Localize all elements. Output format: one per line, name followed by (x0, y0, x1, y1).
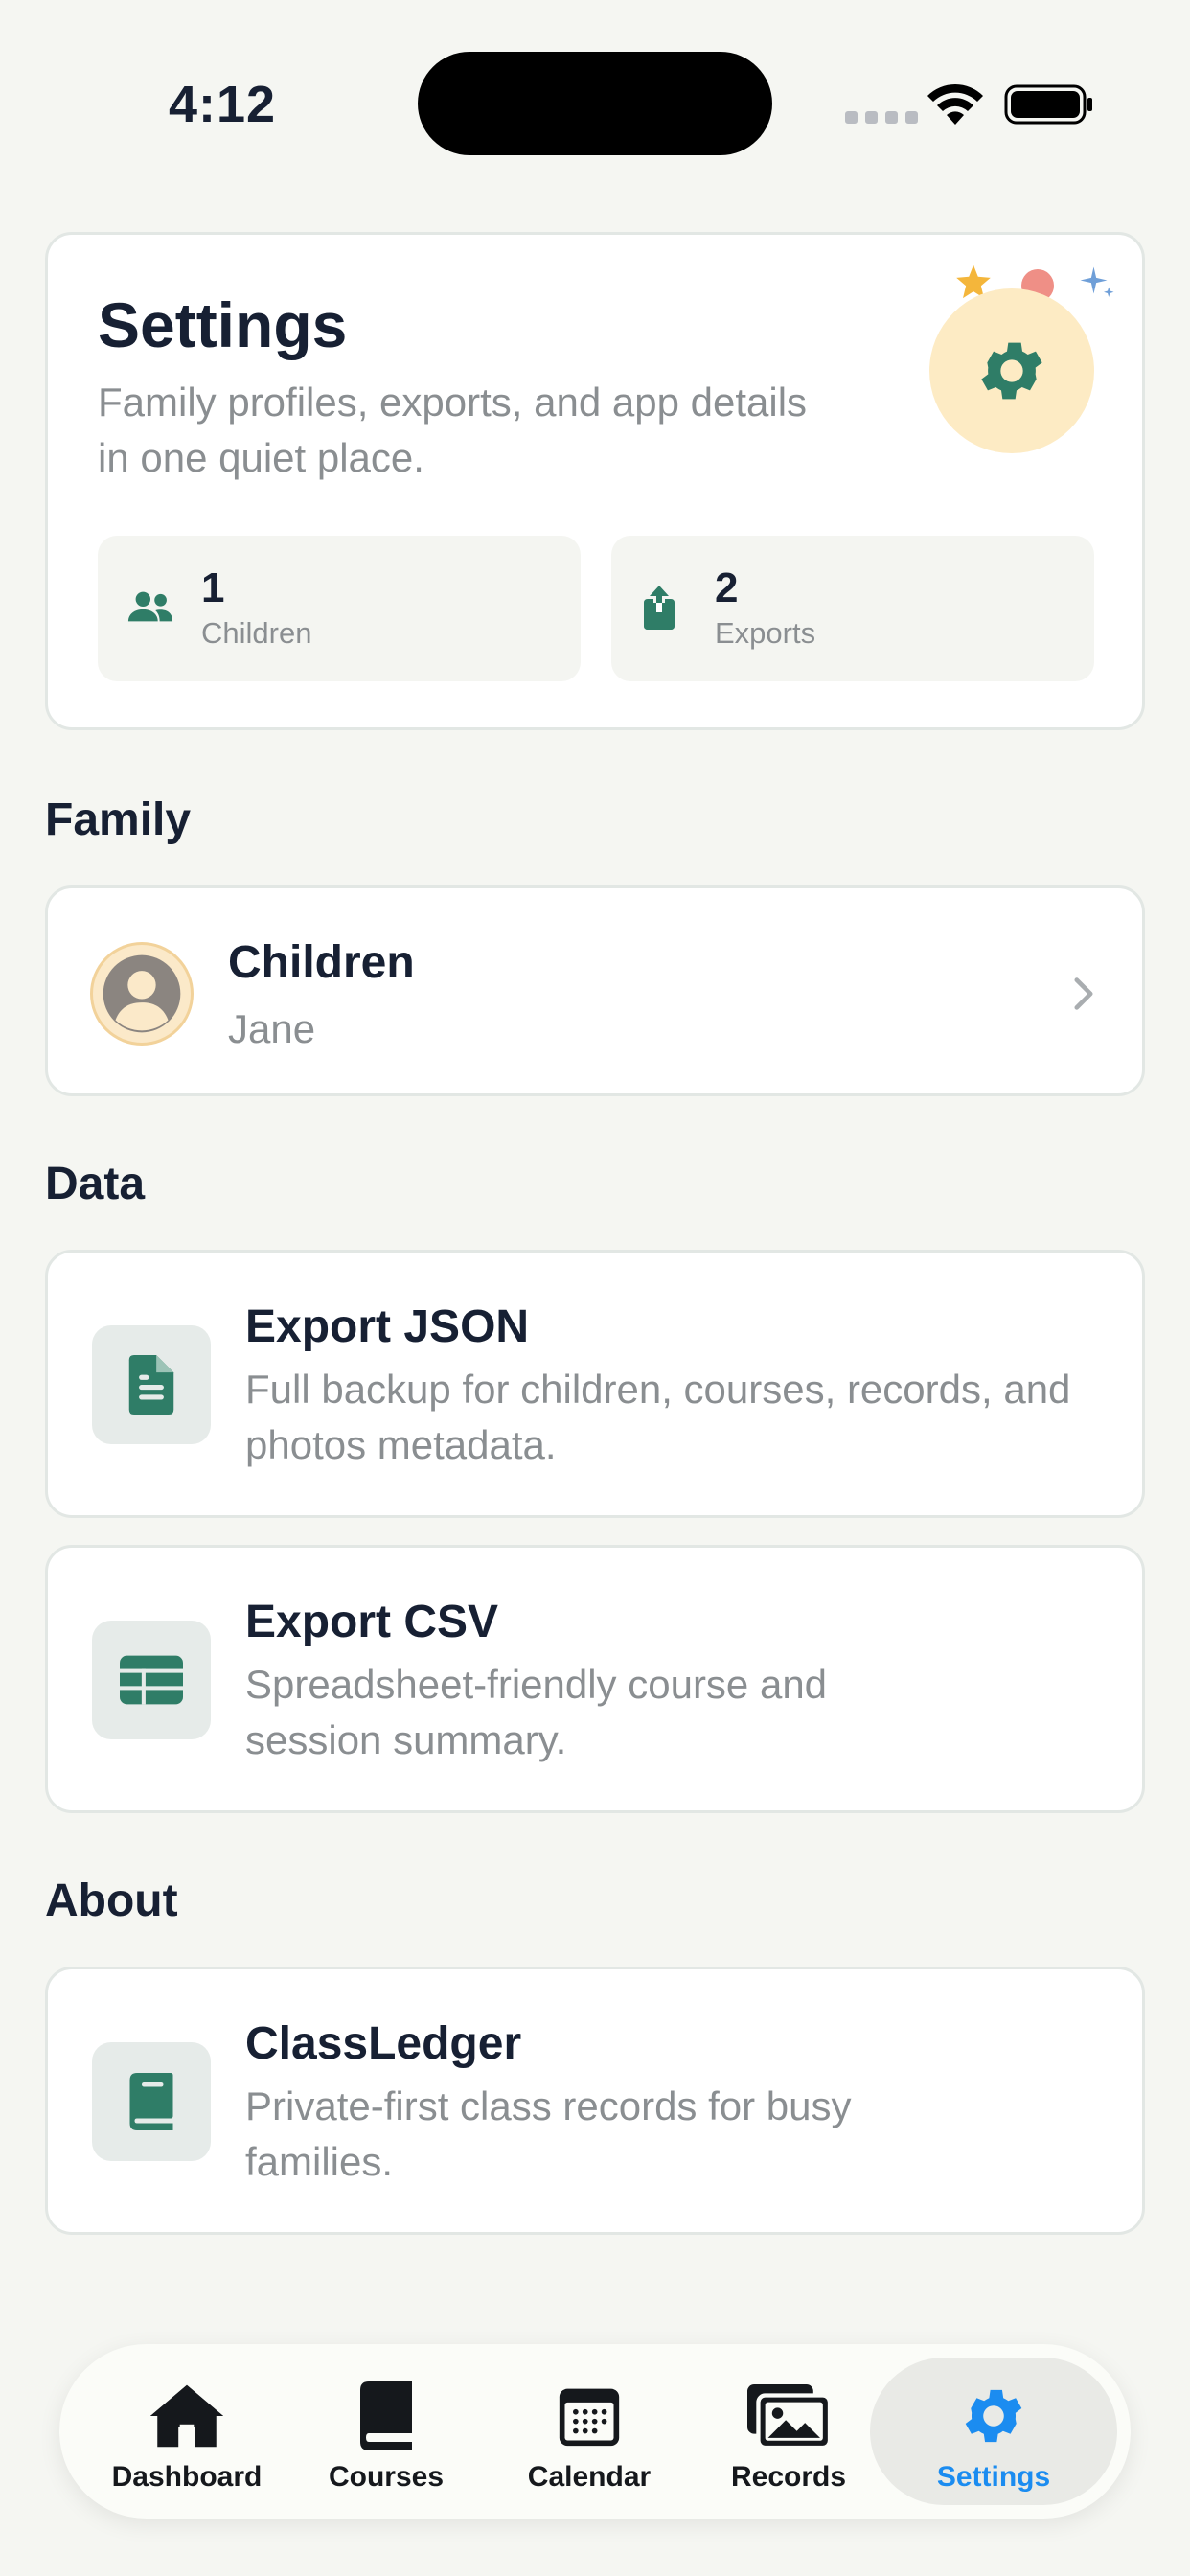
export-csv-subtitle: Spreadsheet-friendly course and session … (245, 1662, 828, 1762)
avatar (90, 942, 194, 1046)
export-json-subtitle: Full backup for children, courses, recor… (245, 1367, 1071, 1467)
tab-settings-label: Settings (936, 2461, 1051, 2493)
about-app-subtitle: Private-first class records for busy fam… (245, 2083, 852, 2184)
export-json-icon-tile (92, 1325, 211, 1444)
photos-icon (747, 2384, 830, 2448)
gear-icon (965, 2389, 1022, 2443)
wifi-icon (927, 83, 983, 125)
calendar-icon (559, 2388, 620, 2447)
tab-bar: Dashboard Courses Calendar Records Setti… (59, 2344, 1131, 2518)
chevron-right-icon (1074, 978, 1093, 1010)
tab-records[interactable]: Records (688, 2358, 889, 2505)
table-icon (120, 1655, 183, 1705)
book-icon (360, 2381, 412, 2450)
stat-exports: 2 Exports (611, 536, 1094, 681)
stat-exports-value: 2 (715, 564, 739, 611)
status-time: 4:12 (169, 76, 277, 133)
section-title-data: Data (45, 1159, 146, 1209)
stat-exports-label: Exports (715, 616, 816, 650)
tab-settings[interactable]: Settings (870, 2358, 1117, 2505)
tab-records-label: Records (730, 2461, 847, 2493)
stat-children-value: 1 (201, 564, 225, 611)
sparkle-icon (1080, 266, 1114, 297)
export-json-title: Export JSON (245, 1301, 530, 1352)
about-app-title: ClassLedger (245, 2018, 522, 2069)
settings-header-card: Settings Family profiles, exports, and a… (45, 232, 1145, 730)
about-icon-tile (92, 2042, 211, 2161)
tab-dashboard-label: Dashboard (111, 2461, 263, 2493)
about-app-row: ClassLedger Private-first class records … (45, 1966, 1145, 2235)
stat-children-label: Children (201, 616, 312, 650)
battery-icon (1004, 84, 1092, 125)
export-json-row[interactable]: Export JSON Full backup for children, co… (45, 1250, 1145, 1518)
cellular-signal-icon (845, 111, 918, 124)
export-csv-icon-tile (92, 1621, 211, 1739)
person-icon (103, 954, 181, 1033)
children-row[interactable]: Children Jane (45, 886, 1145, 1096)
tab-calendar[interactable]: Calendar (489, 2358, 690, 2505)
children-row-subtitle: Jane (228, 1006, 316, 1051)
gear-icon (981, 342, 1042, 400)
export-icon (644, 586, 675, 630)
tab-dashboard[interactable]: Dashboard (86, 2358, 287, 2505)
tab-courses[interactable]: Courses (286, 2358, 487, 2505)
page-title: Settings (98, 289, 348, 360)
children-row-title: Children (228, 937, 415, 988)
export-csv-title: Export CSV (245, 1597, 499, 1647)
section-title-family: Family (45, 794, 192, 845)
tab-courses-label: Courses (328, 2461, 445, 2493)
dynamic-island (418, 52, 772, 155)
tab-calendar-label: Calendar (527, 2461, 652, 2493)
home-icon (149, 2384, 224, 2448)
people-icon (127, 591, 173, 622)
stat-children: 1 Children (98, 536, 581, 681)
section-title-about: About (45, 1875, 178, 1926)
export-csv-row[interactable]: Export CSV Spreadsheet-friendly course a… (45, 1545, 1145, 1813)
page-subtitle: Family profiles, exports, and app detail… (98, 380, 808, 480)
settings-hero-badge (929, 288, 1094, 453)
book-icon (129, 2073, 173, 2130)
document-icon (128, 1355, 174, 1414)
